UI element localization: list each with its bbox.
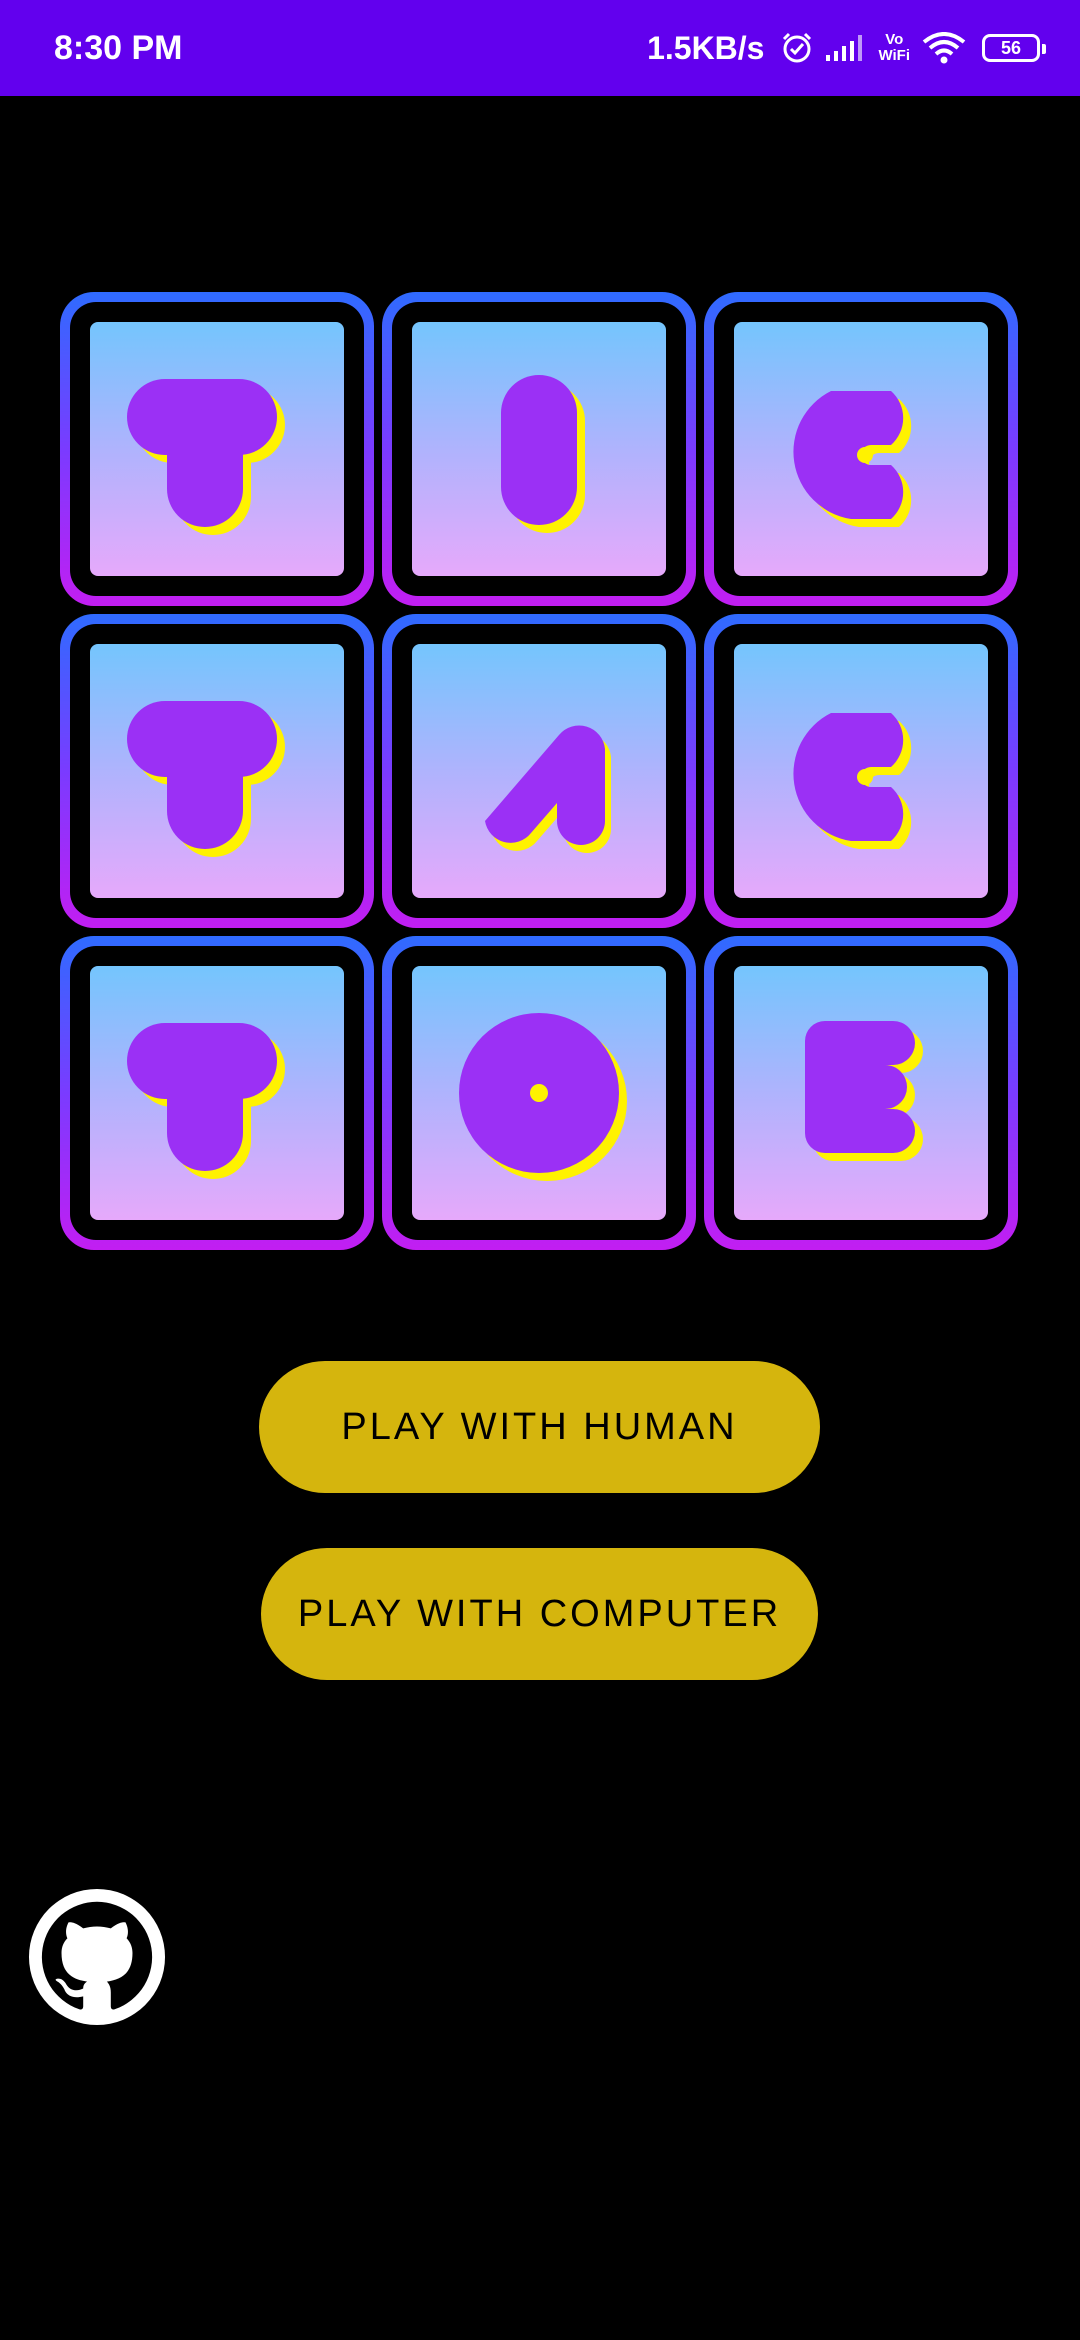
tile-c-1	[700, 288, 1022, 610]
network-speed: 1.5KB/s	[647, 29, 765, 66]
tile-o	[378, 932, 700, 1254]
vowifi-icon: Vo WiFi	[878, 32, 910, 64]
github-icon[interactable]	[28, 1888, 166, 2026]
status-time: 8:30 PM	[54, 28, 183, 67]
letter-t-icon	[127, 701, 285, 857]
vowifi-top: Vo	[885, 31, 904, 48]
letter-e-icon	[805, 1021, 923, 1161]
tile-a	[378, 610, 700, 932]
status-bar: 8:30 PM 1.5KB/s Vo WiFi 56	[0, 0, 1080, 96]
play-with-computer-button[interactable]: PLAY WITH COMPUTER	[261, 1548, 818, 1680]
title-board	[56, 288, 1022, 1254]
letter-c-icon	[793, 391, 912, 527]
tile-c-2	[700, 610, 1022, 932]
status-icons: 1.5KB/s Vo WiFi 56	[647, 29, 1046, 67]
battery-icon: 56	[982, 34, 1046, 62]
tile-t-3	[56, 932, 378, 1254]
battery-level: 56	[1000, 37, 1022, 58]
signal-icon	[826, 33, 866, 63]
vowifi-bottom: WiFi	[878, 47, 910, 64]
letter-i-icon	[501, 375, 585, 533]
wifi-icon	[922, 32, 966, 64]
tile-t-2	[56, 610, 378, 932]
tile-i	[378, 288, 700, 610]
alarm-icon	[780, 31, 814, 65]
letter-t-icon	[127, 1023, 285, 1179]
letter-c-icon	[793, 713, 912, 849]
play-with-human-button[interactable]: PLAY WITH HUMAN	[259, 1361, 820, 1493]
tile-t	[56, 288, 378, 610]
letter-a-icon	[485, 725, 611, 853]
letter-o-icon	[459, 1013, 627, 1181]
letter-t-icon	[127, 379, 285, 535]
tile-e	[700, 932, 1022, 1254]
